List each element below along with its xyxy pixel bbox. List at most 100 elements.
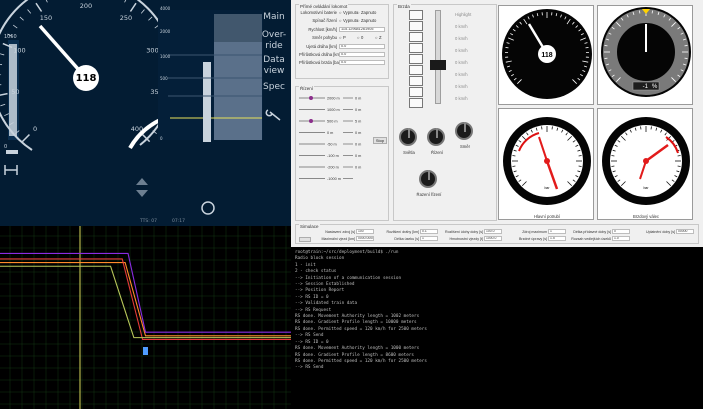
- slider-label: 0 m: [355, 154, 361, 158]
- menu-spec[interactable]: Spec: [261, 82, 287, 93]
- toolbar-icon[interactable]: [409, 21, 423, 31]
- planning-gradient-bar: [203, 62, 211, 142]
- brake-fieldset-title: Brzda: [397, 4, 411, 9]
- throttle-label: 0 km/h: [455, 72, 468, 77]
- brake-gauge-label: Brzda: [628, 96, 637, 100]
- sim-label: Délka úseku [s]: [394, 237, 419, 241]
- dial-tick: [0, 63, 3, 66]
- menu-data-view[interactable]: Data view: [261, 55, 287, 77]
- slider-label: 0 m: [355, 166, 361, 170]
- speed-distance-graph: [0, 226, 291, 409]
- sim-input[interactable]: 100: [356, 229, 374, 234]
- dial-tick: [148, 16, 153, 21]
- train-row-input[interactable]: 0.0: [339, 60, 385, 66]
- train-row-input[interactable]: 0.0: [339, 43, 385, 49]
- slider-label: -50 m: [327, 143, 337, 147]
- slider-label: 500 m: [327, 120, 338, 124]
- dial-tick: [0, 92, 8, 96]
- toolbar-icon[interactable]: [409, 87, 423, 97]
- pressure-gauge-1-box: bar Hlavní potrubí: [498, 108, 594, 220]
- radio-label: Vypnuto: [343, 18, 359, 24]
- dial-label: 100: [13, 46, 25, 54]
- toolbar-icon[interactable]: [409, 76, 423, 86]
- train-row-label: Ujetá dráha [km]: [306, 43, 337, 49]
- radio-label: Z: [379, 35, 382, 41]
- slider-label: 5 m: [355, 120, 361, 124]
- train-row-label: Přírůstková dráha [km]: [299, 52, 342, 57]
- simulation-start-button[interactable]: [299, 237, 311, 242]
- brake-gauge-unit: %: [652, 84, 658, 90]
- brake-gauge: -1 % Brzda Zátěžný tah: [601, 7, 691, 100]
- sim-input[interactable]: 00000: [676, 229, 694, 234]
- simulation-fieldset: Simulace: [295, 224, 699, 244]
- dial-tick: [124, 0, 127, 3]
- toolbar-icon[interactable]: [409, 54, 423, 64]
- sim-input[interactable]: 0000.0000: [356, 236, 374, 241]
- dial-label: 300: [146, 46, 158, 54]
- dial-tick: [27, 9, 32, 14]
- rotary-knob[interactable]: [427, 128, 445, 146]
- toolbar-icon[interactable]: [409, 98, 423, 108]
- dial-label: 250: [120, 14, 132, 22]
- sim-input[interactable]: 100.0: [484, 229, 502, 234]
- scroll-down-icon[interactable]: [136, 190, 148, 197]
- radio-opt_a[interactable]: ○: [339, 18, 342, 23]
- stop-button[interactable]: Stop: [373, 137, 387, 144]
- pressure-gauge-1-label: Hlavní potrubí: [533, 214, 561, 219]
- toolbar-icon[interactable]: [409, 43, 423, 53]
- rotary-knob[interactable]: [399, 128, 417, 146]
- toolbar-icons: [409, 10, 425, 109]
- toolbar-icon[interactable]: [409, 65, 423, 75]
- slider-label: -100 m: [327, 154, 339, 158]
- settings-icon[interactable]: [201, 201, 215, 215]
- sim-input[interactable]: 1.0: [612, 236, 630, 241]
- sim-input[interactable]: 0.1: [420, 229, 438, 234]
- slider-label: 0 m: [327, 131, 333, 135]
- dial-label: 200: [80, 2, 92, 10]
- toolbar-icon[interactable]: [409, 32, 423, 42]
- throttle-label: 0 km/h: [455, 24, 468, 29]
- dial-label: 400: [131, 125, 143, 133]
- radio-opt_b[interactable]: ○: [357, 10, 360, 15]
- sim-label: Brzdné úpravy [s]: [519, 237, 547, 241]
- menu-override[interactable]: Over- ride: [261, 30, 287, 52]
- radio-opt_b[interactable]: ○: [357, 35, 360, 40]
- plan-2000: 2000: [160, 29, 171, 34]
- throttle-handle[interactable]: [430, 60, 446, 70]
- slider-label: 0 m: [355, 97, 361, 101]
- svg-text:bar: bar: [643, 186, 649, 190]
- scroll-up-icon[interactable]: [136, 178, 148, 185]
- throttle-label: 0 km/h: [455, 36, 468, 41]
- speed-value: 118: [76, 73, 97, 84]
- train-fieldset-title: Přímé ovládání lokomot: [299, 4, 349, 9]
- sim-input[interactable]: 1000.0: [484, 236, 502, 241]
- dial-tick: [35, 2, 43, 12]
- brake-gauge-value: -1: [643, 84, 649, 90]
- toolbar-icon[interactable]: [409, 10, 423, 20]
- radio-opt_a[interactable]: ○: [339, 10, 342, 15]
- radio-opt_c[interactable]: ○: [375, 35, 378, 40]
- menu-main[interactable]: Main: [261, 12, 287, 23]
- graph-marker: [143, 347, 148, 355]
- rotary-knob[interactable]: [419, 170, 437, 188]
- radio-opt_b[interactable]: ○: [357, 18, 360, 23]
- svg-text:bar: bar: [544, 186, 550, 190]
- sim-input[interactable]: 1: [420, 236, 438, 241]
- train-row-input[interactable]: 115.129681261905: [339, 26, 385, 32]
- sim-input[interactable]: 1.5: [548, 236, 566, 241]
- radio-opt_a[interactable]: ○: [339, 35, 342, 40]
- distance-zero-label: 0: [4, 144, 7, 150]
- wrench-icon[interactable]: [265, 109, 281, 121]
- sim-input[interactable]: 1: [548, 229, 566, 234]
- sim-input[interactable]: 0: [612, 229, 630, 234]
- train-row-label: Rychlost [km/h]: [308, 26, 337, 32]
- terminal-output[interactable]: root@train:~/src/deployment/build$ ./run…: [291, 247, 703, 409]
- rotary-knob[interactable]: [455, 122, 473, 140]
- planning-upper: [214, 14, 262, 42]
- plan-500: 500: [160, 76, 168, 81]
- distance-top-label: 1050: [4, 34, 17, 40]
- dial-tick: [0, 103, 6, 107]
- throttle-track[interactable]: [435, 10, 441, 104]
- train-row-label: Spínač řízení: [312, 18, 337, 24]
- train-row-input[interactable]: 0.0: [339, 52, 385, 57]
